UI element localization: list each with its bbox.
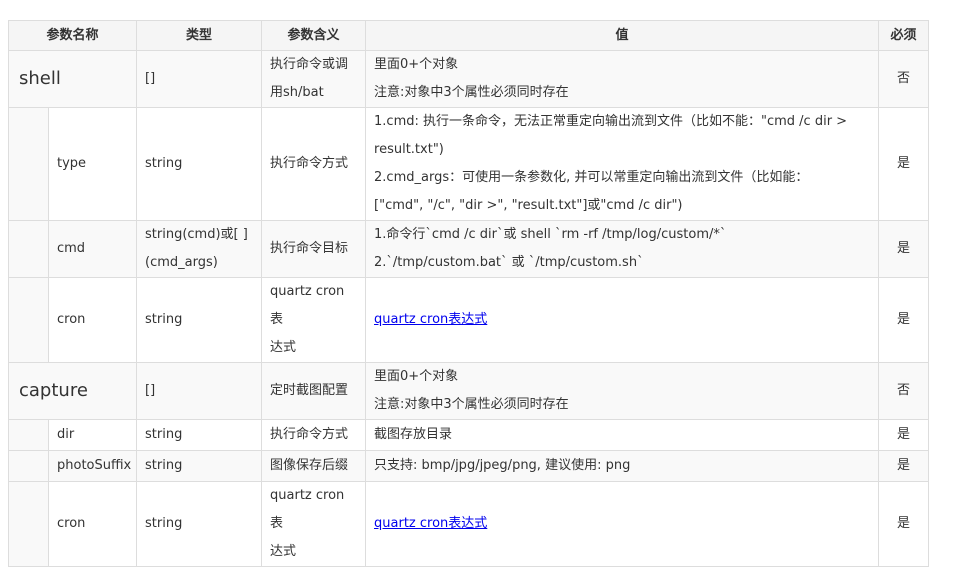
param-meaning-line: 执行命令或调 — [270, 57, 349, 72]
param-meaning: quartz cron表 达式 — [261, 481, 367, 567]
header-required: 必须 — [878, 20, 930, 51]
table-row-shell-cron: cron string quartz cron表 达式 quartz cron表… — [8, 277, 930, 363]
param-required: 否 — [878, 362, 930, 420]
param-required: 是 — [878, 419, 930, 451]
param-meaning: 执行命令方式 — [261, 107, 367, 221]
param-meaning-line: 达式 — [270, 544, 297, 559]
param-meaning: quartz cron表 达式 — [261, 277, 367, 363]
param-required: 是 — [878, 277, 930, 363]
param-meaning: 执行命令目标 — [261, 220, 367, 278]
param-required: 是 — [878, 481, 930, 567]
header-value: 值 — [365, 20, 880, 51]
table-row-shell-type: type string 执行命令方式 1.cmd: 执行一条命令，无法正常重定向… — [8, 107, 930, 221]
table-row-capture-dir: dir string 执行命令方式 截图存放目录 是 — [8, 419, 930, 451]
param-name: cron — [47, 277, 138, 363]
param-type: string(cmd)或[ ] (cmd_args) — [136, 220, 263, 278]
indent-cell — [8, 419, 49, 451]
indent-cell — [8, 450, 49, 482]
param-value: quartz cron表达式 — [365, 277, 880, 363]
param-name: cron — [47, 481, 138, 567]
quartz-cron-link[interactable]: quartz cron表达式 — [374, 312, 487, 327]
header-row: 参数名称 类型 参数含义 值 必须 — [7, 20, 930, 51]
param-meaning-line: 用sh/bat — [270, 85, 324, 100]
param-value: 1.cmd: 执行一条命令，无法正常重定向输出流到文件（比如不能："cmd /c… — [365, 107, 880, 221]
param-value-line: 1.cmd: 执行一条命令，无法正常重定向输出流到文件（比如不能："cmd /c… — [374, 114, 848, 129]
indent-cell — [8, 107, 49, 221]
param-name: type — [47, 107, 138, 221]
param-type-line: (cmd_args) — [145, 255, 218, 270]
table-row-capture: capture [] 定时截图配置 里面0+个对象 注意:对象中3个属性必须同时… — [7, 362, 930, 420]
header-name: 参数名称 — [7, 20, 138, 51]
indent-cell — [8, 277, 49, 363]
header-type: 类型 — [136, 20, 263, 51]
param-meaning-line: quartz cron表 — [270, 284, 345, 327]
header-meaning: 参数含义 — [261, 20, 367, 51]
param-type: string — [136, 481, 263, 567]
param-value-line: 里面0+个对象 — [374, 369, 459, 384]
param-meaning-line: 达式 — [270, 340, 297, 355]
param-required: 是 — [878, 220, 930, 278]
param-value-line: 里面0+个对象 — [374, 57, 459, 72]
param-value-line: 注意:对象中3个属性必须同时存在 — [374, 397, 569, 412]
param-type: string — [136, 419, 263, 451]
param-type: [] — [136, 362, 263, 420]
param-type: [] — [136, 50, 263, 108]
param-value-line: result.txt") — [374, 142, 444, 157]
indent-cell — [8, 220, 49, 278]
param-type-line: string(cmd)或[ ] — [145, 227, 248, 242]
quartz-cron-link[interactable]: quartz cron表达式 — [374, 516, 487, 531]
param-name: dir — [47, 419, 138, 451]
param-value-line: 2.`/tmp/custom.bat` 或 `/tmp/custom.sh` — [374, 255, 644, 270]
param-name: shell — [7, 50, 138, 108]
param-meaning: 执行命令或调 用sh/bat — [261, 50, 367, 108]
param-name: cmd — [47, 220, 138, 278]
param-value: 只支持: bmp/jpg/jpeg/png, 建议使用: png — [365, 450, 880, 482]
param-name: capture — [7, 362, 138, 420]
param-meaning: 执行命令方式 — [261, 419, 367, 451]
param-required: 是 — [878, 450, 930, 482]
parameters-table: 参数名称 类型 参数含义 值 必须 shell [] 执行命令或调 用sh/ba… — [7, 20, 930, 567]
param-value: 截图存放目录 — [365, 419, 880, 451]
param-value: quartz cron表达式 — [365, 481, 880, 567]
table-row-capture-photosuffix: photoSuffix string 图像保存后缀 只支持: bmp/jpg/j… — [8, 450, 930, 482]
param-value: 里面0+个对象 注意:对象中3个属性必须同时存在 — [365, 362, 880, 420]
param-required: 否 — [878, 50, 930, 108]
param-type: string — [136, 277, 263, 363]
param-value: 1.命令行`cmd /c dir`或 shell `rm -rf /tmp/lo… — [365, 220, 880, 278]
param-type: string — [136, 107, 263, 221]
param-value-line: 注意:对象中3个属性必须同时存在 — [374, 85, 569, 100]
param-value: 里面0+个对象 注意:对象中3个属性必须同时存在 — [365, 50, 880, 108]
param-meaning: 图像保存后缀 — [261, 450, 367, 482]
table-row-capture-cron: cron string quartz cron表 达式 quartz cron表… — [8, 481, 930, 567]
param-value-line: 1.命令行`cmd /c dir`或 shell `rm -rf /tmp/lo… — [374, 227, 727, 242]
param-required: 是 — [878, 107, 930, 221]
param-value-line: 2.cmd_args：可使用一条参数化, 并可以常重定向输出流到文件（比如能： — [374, 170, 809, 185]
param-type: string — [136, 450, 263, 482]
param-meaning: 定时截图配置 — [261, 362, 367, 420]
param-name: photoSuffix — [47, 450, 138, 482]
param-value-line: ["cmd", "/c", "dir >", "result.txt"]或"cm… — [374, 198, 683, 213]
table-row-shell-cmd: cmd string(cmd)或[ ] (cmd_args) 执行命令目标 1.… — [8, 220, 930, 278]
table-row-shell: shell [] 执行命令或调 用sh/bat 里面0+个对象 注意:对象中3个… — [7, 50, 930, 108]
indent-cell — [8, 481, 49, 567]
